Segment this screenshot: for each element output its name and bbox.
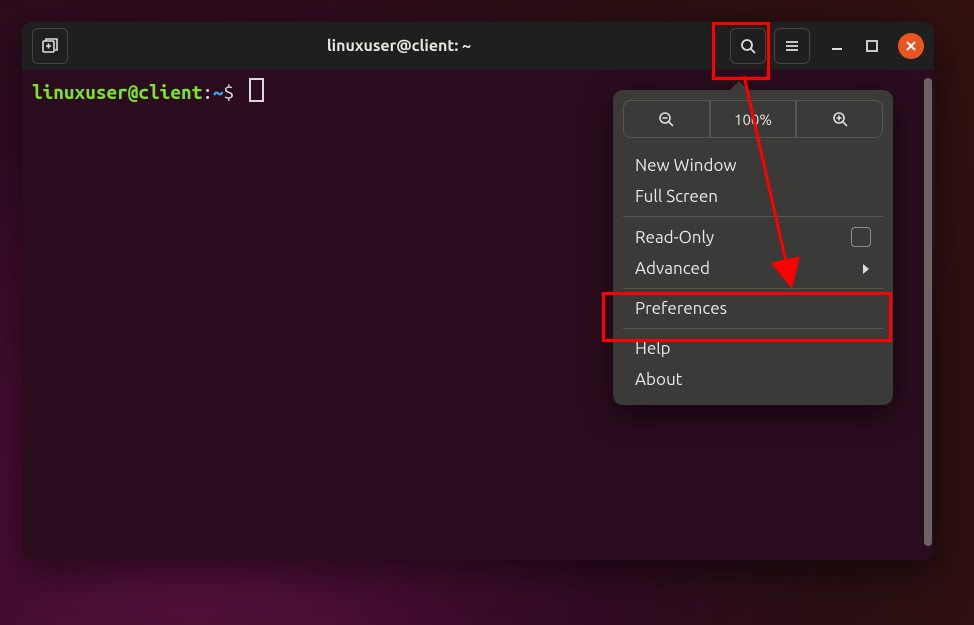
desktop-background: linuxuser@client: ~ (0, 0, 974, 625)
window-header: linuxuser@client: ~ (22, 22, 934, 70)
search-button[interactable] (730, 28, 766, 64)
menu-label: Preferences (635, 299, 727, 318)
hamburger-menu-button[interactable] (774, 28, 810, 64)
minimize-button[interactable] (828, 37, 846, 55)
prompt-symbol: $ (224, 81, 235, 103)
menu-separator (623, 288, 883, 289)
zoom-controls: 100% (623, 100, 883, 138)
read-only-checkbox[interactable] (851, 227, 871, 247)
zoom-level[interactable]: 100% (710, 100, 797, 138)
menu-item-advanced[interactable]: Advanced (623, 253, 883, 284)
text-cursor (249, 78, 264, 102)
menu-label: Advanced (635, 259, 710, 278)
zoom-in-button[interactable] (796, 100, 883, 138)
close-button[interactable] (898, 33, 924, 59)
menu-separator (623, 216, 883, 217)
menu-item-new-window[interactable]: New Window (623, 150, 883, 181)
prompt-path: ~ (213, 81, 224, 103)
window-title: linuxuser@client: ~ (76, 37, 722, 55)
menu-item-read-only[interactable]: Read-Only (623, 221, 883, 253)
menu-separator (623, 328, 883, 329)
menu-item-about[interactable]: About (623, 364, 883, 395)
menu-item-preferences[interactable]: Preferences (623, 293, 883, 324)
search-icon (739, 37, 757, 55)
menu-label: Full Screen (635, 187, 718, 206)
menu-label: Read-Only (635, 228, 714, 247)
menu-item-full-screen[interactable]: Full Screen (623, 181, 883, 212)
menu-item-help[interactable]: Help (623, 333, 883, 364)
hamburger-icon (783, 37, 801, 55)
zoom-out-icon (657, 110, 675, 128)
scrollbar[interactable] (924, 78, 932, 546)
app-menu-popover: 100% New Window Full Screen Read-Only Ad… (613, 90, 893, 405)
zoom-in-icon (831, 110, 849, 128)
prompt-user: linuxuser@client (32, 81, 202, 103)
menu-label: New Window (635, 156, 737, 175)
menu-label: Help (635, 339, 671, 358)
new-tab-icon (41, 37, 59, 55)
new-tab-button[interactable] (32, 28, 68, 64)
menu-label: About (635, 370, 682, 389)
close-icon (905, 40, 917, 52)
window-controls (828, 33, 924, 59)
prompt-sep: : (202, 81, 213, 103)
chevron-right-icon (861, 263, 871, 275)
zoom-out-button[interactable] (623, 100, 710, 138)
maximize-button[interactable] (864, 38, 880, 54)
